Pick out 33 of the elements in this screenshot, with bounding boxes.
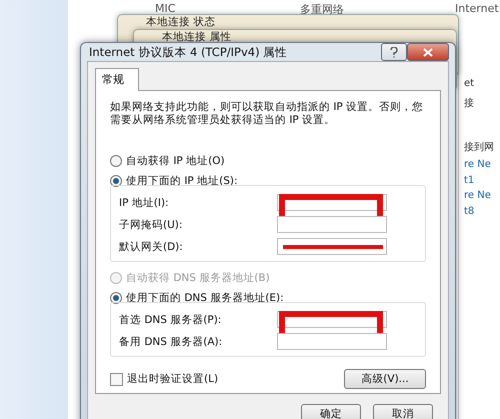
field-label: 首选 DNS 服务器(P): <box>119 312 222 326</box>
ok-button[interactable]: 确定 <box>301 404 361 419</box>
column-header: MIC <box>155 2 176 15</box>
input-field[interactable] <box>277 333 387 350</box>
help-button[interactable] <box>381 43 407 61</box>
field-label: IP 地址(I): <box>119 196 169 210</box>
close-button[interactable] <box>407 43 449 61</box>
side-text: re Ne <box>464 159 491 170</box>
window-title: 本地连接 状态 <box>146 15 216 29</box>
radio-option[interactable]: 自动获得 IP 地址(O) <box>110 151 426 171</box>
side-text: t1 <box>464 175 474 186</box>
cancel-button[interactable]: 取消 <box>373 404 433 419</box>
intro-text: 如果网络支持此功能，则可以获取自动指派的 IP 设置。否则，您需要从网络系统管理员处获得适当的 IP 设置。 <box>110 101 424 127</box>
window-title: Internet 协议版本 4 (TCP/IPv4) 属性 <box>88 44 288 60</box>
column-header: 多重网络 <box>300 2 344 17</box>
field-label: 备用 DNS 服务器(A): <box>119 334 222 348</box>
checkbox[interactable]: 退出时验证设置(L) <box>110 372 218 386</box>
radio-option[interactable]: 使用下面的 DNS 服务器地址(E): <box>110 288 426 308</box>
side-text: 接到网 <box>464 140 494 154</box>
tab[interactable]: 常规 <box>95 68 139 91</box>
input-field[interactable] <box>277 216 387 233</box>
side-text: t8 <box>464 206 474 217</box>
radio-option[interactable]: 使用下面的 IP 地址(S): <box>110 171 426 191</box>
side-text: 接 <box>464 96 474 110</box>
field-label: 默认网关(D): <box>119 240 183 254</box>
side-text: et <box>464 78 474 89</box>
window-title: 本地连接 属性 <box>162 30 232 44</box>
field-label: 子网掩码(U): <box>119 218 182 232</box>
help-icon <box>390 46 398 58</box>
advanced-button[interactable]: 高级(V)... <box>344 369 426 389</box>
close-icon <box>423 48 433 56</box>
side-text: re Ne <box>464 190 491 201</box>
column-header: Internet <box>455 2 499 15</box>
